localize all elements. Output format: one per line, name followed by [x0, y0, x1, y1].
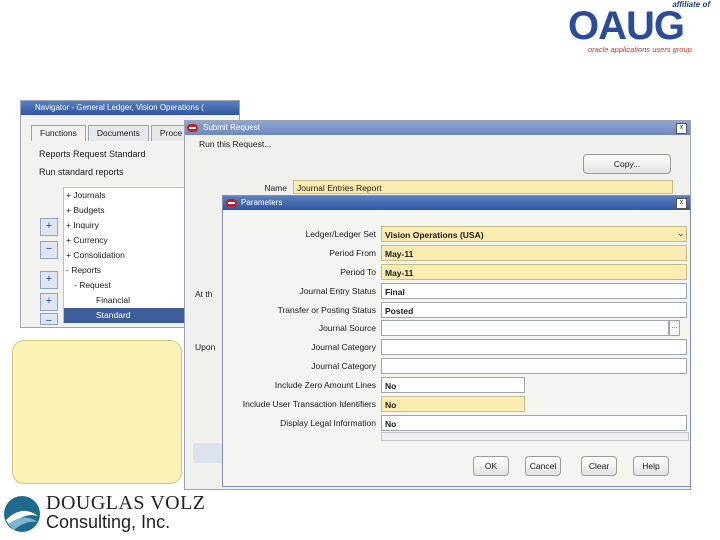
- oracle-icon: [226, 199, 237, 207]
- param-label-legal-info: Display Legal Information: [280, 418, 376, 428]
- param-period-to-field[interactable]: May-11: [381, 264, 687, 280]
- param-label-zero-lines: Include Zero Amount Lines: [274, 380, 376, 390]
- schedule-label: At th: [195, 289, 213, 299]
- param-label-period-from: Period From: [329, 248, 376, 258]
- ok-button[interactable]: OK: [473, 456, 509, 476]
- param-posting-status-field[interactable]: Posted: [381, 302, 687, 318]
- collapse-all-button[interactable]: −: [40, 313, 58, 327]
- clear-button[interactable]: Clear: [581, 456, 617, 476]
- submit-request-title[interactable]: Submit Request: [185, 121, 690, 135]
- navigator-tabs: Functions Documents Proce: [31, 125, 193, 141]
- param-label-journal-source: Journal Source: [318, 323, 376, 333]
- name-field[interactable]: Journal Entries Report: [293, 180, 673, 194]
- oaug-tagline: oracle applications users group: [588, 45, 692, 54]
- completion-label: Upon: [195, 342, 216, 352]
- param-category-1-field[interactable]: [381, 339, 687, 355]
- oaug-wordmark: OAUG: [568, 4, 685, 48]
- callout-note: [12, 340, 182, 484]
- dv-subtitle: Consulting, Inc.: [46, 512, 171, 532]
- douglas-volz-logo: DOUGLAS VOLZ Consulting, Inc.: [2, 492, 205, 537]
- copy-button[interactable]: Copy...: [583, 154, 671, 174]
- param-legal-info-field[interactable]: No: [381, 415, 687, 431]
- help-panel-tab: [193, 443, 223, 463]
- navigator-heading: Reports Request Standard: [39, 149, 146, 159]
- list-of-values-button[interactable]: …: [669, 320, 680, 336]
- close-icon[interactable]: x: [676, 123, 687, 134]
- oaug-logo: affiliate of OAUG oracle applications us…: [566, 0, 716, 58]
- param-label-posting-status: Transfer or Posting Status: [277, 305, 376, 315]
- cancel-button[interactable]: Cancel: [525, 456, 561, 476]
- close-icon[interactable]: x: [676, 198, 687, 209]
- collapse-button[interactable]: −: [40, 241, 58, 259]
- tab-documents[interactable]: Documents: [87, 125, 149, 141]
- param-label-category-2: Journal Category: [311, 361, 376, 371]
- param-category-2-field[interactable]: [381, 358, 687, 374]
- param-label-user-identifiers: Include User Transaction Identifiers: [242, 399, 376, 409]
- navigator-subheading: Run standard reports: [39, 167, 124, 177]
- param-user-identifiers-field[interactable]: No: [381, 396, 525, 412]
- navigator-title[interactable]: Navigator - General Ledger, Vision Opera…: [21, 101, 239, 115]
- oracle-icon: [187, 124, 198, 132]
- param-entry-status-field[interactable]: Final: [381, 283, 687, 299]
- param-period-from-field[interactable]: May-11: [381, 245, 687, 261]
- param-ledger-field[interactable]: Vision Operations (USA): [381, 226, 687, 242]
- name-label: Name: [264, 183, 287, 193]
- expand-all-button[interactable]: +: [40, 293, 58, 311]
- tab-functions[interactable]: Functions: [31, 125, 86, 141]
- help-button[interactable]: Help: [633, 456, 669, 476]
- param-label-entry-status: Journal Entry Status: [299, 286, 376, 296]
- chevron-down-icon: ⌄: [677, 228, 685, 238]
- expand-button[interactable]: +: [40, 218, 58, 236]
- param-journal-source-field[interactable]: [381, 320, 669, 336]
- param-label-category-1: Journal Category: [311, 342, 376, 352]
- parameters-title[interactable]: Parameters: [223, 196, 690, 210]
- expand-branch-button[interactable]: +: [40, 271, 58, 289]
- section-heading: Run this Request...: [199, 139, 272, 149]
- param-label-period-to: Period To: [340, 267, 376, 277]
- parameters-window: Parameters x Ledger/Ledger Set Vision Op…: [222, 195, 691, 487]
- param-label-ledger: Ledger/Ledger Set: [305, 229, 376, 239]
- horizontal-scrollbar[interactable]: [381, 432, 689, 441]
- dv-logo-icon: [4, 496, 40, 532]
- param-zero-lines-field[interactable]: No: [381, 377, 525, 393]
